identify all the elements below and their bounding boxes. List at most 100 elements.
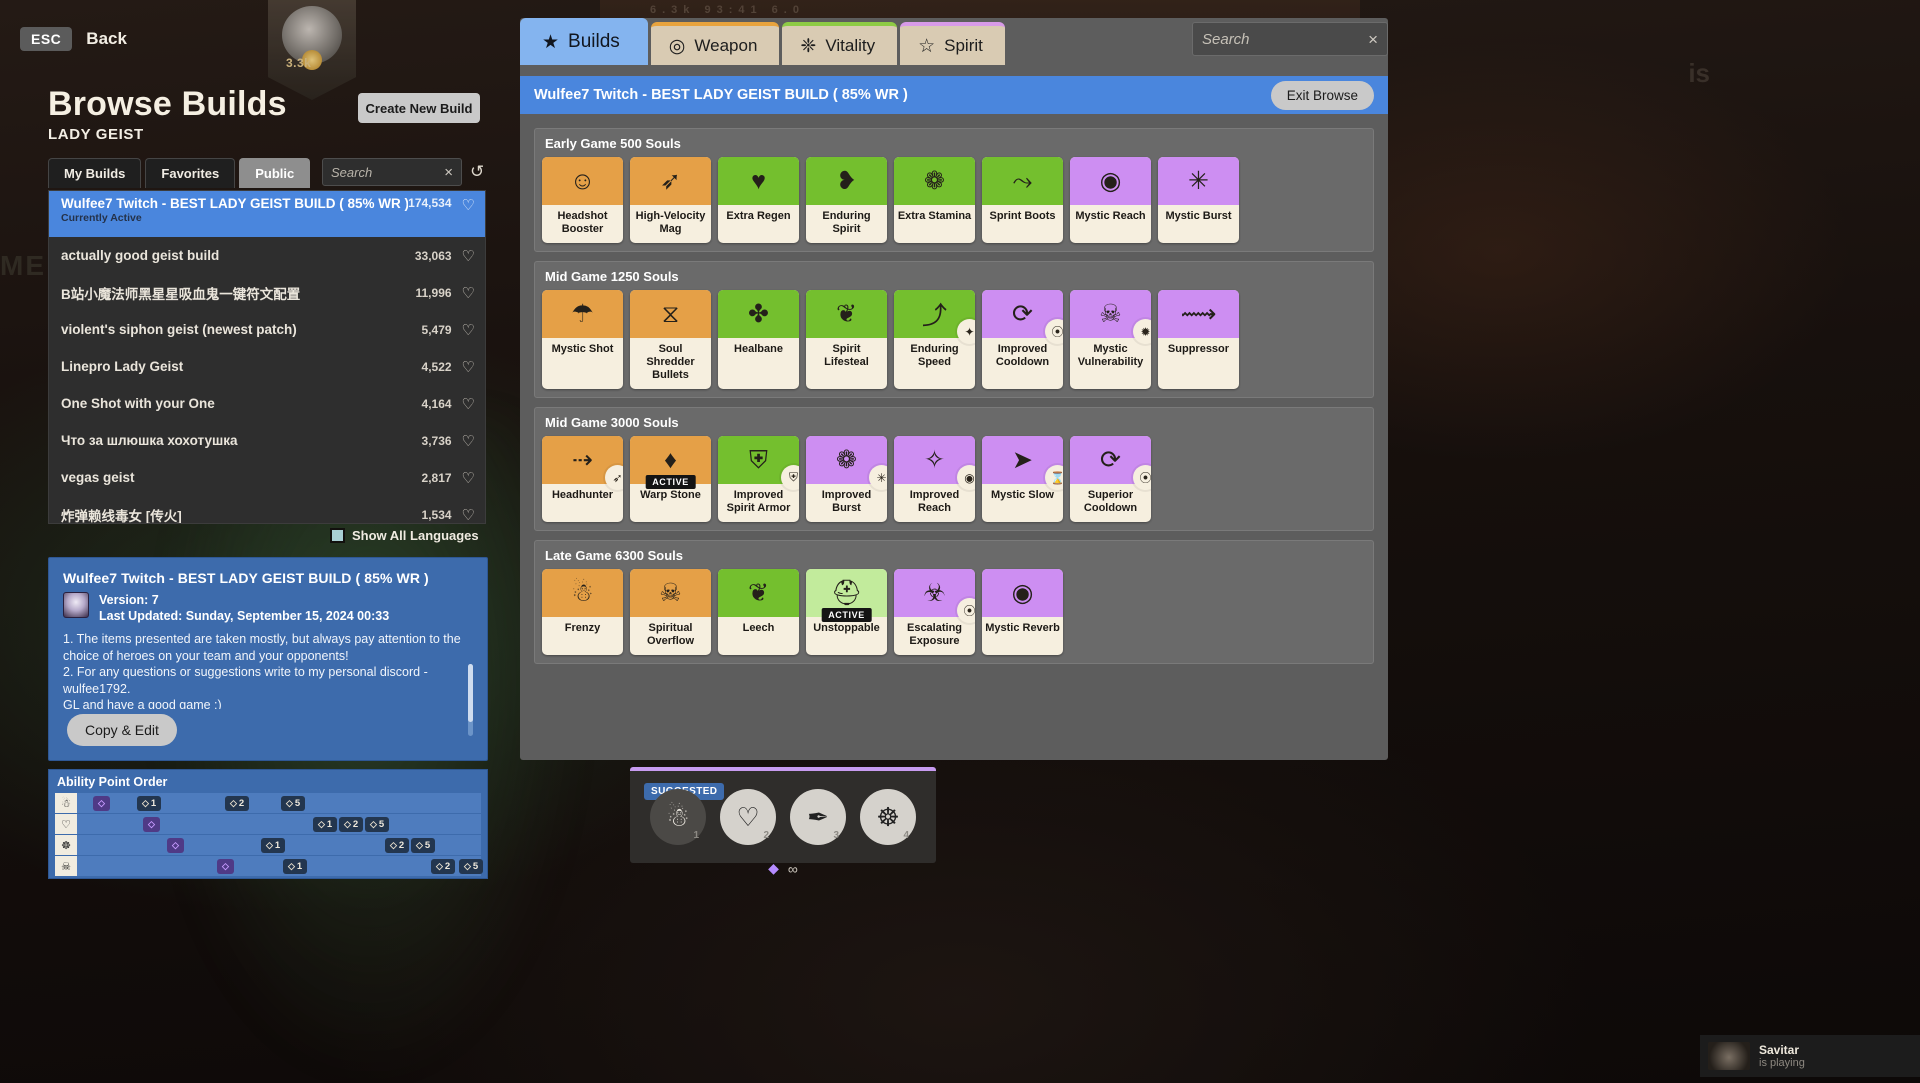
build-list-item[interactable]: vegas geist 2,817 ♡ xyxy=(49,459,485,496)
browse-search[interactable]: × xyxy=(1192,22,1388,56)
heart-icon[interactable]: ♡ xyxy=(462,247,475,265)
copy-and-edit-button[interactable]: Copy & Edit xyxy=(67,714,177,746)
show-all-languages-toggle[interactable]: Show All Languages xyxy=(330,528,479,543)
build-list-item[interactable]: violent's siphon geist (newest patch) 5,4… xyxy=(49,311,485,348)
ability-point-pip[interactable]: ◇ xyxy=(167,837,184,853)
build-list[interactable]: Wulfee7 Twitch - BEST LADY GEIST BUILD (… xyxy=(48,190,486,524)
item-card[interactable]: ♥ Extra Regen xyxy=(718,157,799,243)
item-card[interactable]: ☺ Headshot Booster xyxy=(542,157,623,243)
clear-icon[interactable]: × xyxy=(444,165,453,180)
build-list-item[interactable]: actually good geist build 33,063 ♡ xyxy=(49,237,485,274)
item-card[interactable]: ❦ Spirit Lifesteal xyxy=(806,290,887,389)
description-scrollbar[interactable] xyxy=(468,664,473,736)
item-card[interactable]: ⟿ Suppressor xyxy=(1158,290,1239,389)
item-card[interactable]: ⛨ ⛨ Improved Spirit Armor xyxy=(718,436,799,522)
build-list-item[interactable]: Linepro Lady Geist 4,522 ♡ xyxy=(49,348,485,385)
ability-point-pip[interactable]: ◇ xyxy=(143,816,160,832)
heart-icon[interactable]: ♡ xyxy=(462,432,475,450)
item-card[interactable]: ✧ ◉ Improved Reach xyxy=(894,436,975,522)
ability-point-pip[interactable]: ◇ 5 xyxy=(281,795,306,811)
item-card[interactable]: ⧖ Soul Shredder Bullets xyxy=(630,290,711,389)
diamond-icon: ◆ xyxy=(768,860,779,876)
item-card[interactable]: ◉ Mystic Reach xyxy=(1070,157,1151,243)
ability-point-pip[interactable]: ◇ xyxy=(93,795,110,811)
build-detail-panel: Wulfee7 Twitch - BEST LADY GEIST BUILD (… xyxy=(48,557,488,761)
friend-activity-toast[interactable]: Savitar is playing xyxy=(1700,1035,1920,1077)
item-card[interactable]: ❁ ✳ Improved Burst xyxy=(806,436,887,522)
item-card[interactable]: ❦ Leech xyxy=(718,569,799,655)
checkbox-icon[interactable] xyxy=(330,528,345,543)
build-list-item[interactable]: Что за шлюшка хохотушка 3,736 ♡ xyxy=(49,422,485,459)
heart-icon[interactable]: ♡ xyxy=(462,321,475,339)
item-card[interactable]: ☠ Spiritual Overflow xyxy=(630,569,711,655)
heart-icon[interactable]: ♡ xyxy=(462,506,475,524)
build-name: Wulfee7 Twitch - BEST LADY GEIST BUILD (… xyxy=(61,196,409,211)
build-favorite-count: 1,534 xyxy=(421,507,452,522)
heart-icon[interactable]: ♡ xyxy=(462,358,475,376)
item-card[interactable]: ⤴ ✦ Enduring Speed xyxy=(894,290,975,389)
ability-point-pip[interactable]: ◇ 1 xyxy=(283,858,308,874)
browse-header: Wulfee7 Twitch - BEST LADY GEIST BUILD (… xyxy=(520,76,1388,114)
item-card[interactable]: ⇢ ➶ Headhunter xyxy=(542,436,623,522)
ability-point-pip[interactable]: ◇ 1 xyxy=(137,795,162,811)
item-card[interactable]: ☠ ✹ Mystic Vulnerability xyxy=(1070,290,1151,389)
item-card[interactable]: ✳ Mystic Burst xyxy=(1158,157,1239,243)
build-list-item[interactable]: 炸弹赖线毒女 [传火] 1,534 ♡ xyxy=(49,496,485,524)
ability-slot[interactable]: ✒ 3 xyxy=(790,789,846,845)
heart-icon[interactable]: ♡ xyxy=(462,395,475,413)
build-name: 炸弹赖线毒女 [传火] xyxy=(61,508,182,524)
tab-favorites[interactable]: Favorites xyxy=(145,158,236,188)
item-card[interactable]: ❁ Extra Stamina xyxy=(894,157,975,243)
item-card[interactable]: ♦ ACTIVE Warp Stone xyxy=(630,436,711,522)
item-card[interactable]: ☣ ⦿ Escalating Exposure xyxy=(894,569,975,655)
tab-builds[interactable]: ★ Builds xyxy=(520,18,648,65)
item-art: ⛨ ⛨ xyxy=(718,436,799,490)
ability-point-pip[interactable]: ◇ 2 xyxy=(385,837,410,853)
create-new-build-button[interactable]: Create New Build xyxy=(358,93,480,123)
ability-point-pip[interactable]: ◇ xyxy=(217,858,234,874)
ability-point-pip[interactable]: ◇ 5 xyxy=(411,837,436,853)
item-name: Mystic Burst xyxy=(1165,210,1232,222)
item-card[interactable]: ➶ High-Velocity Mag xyxy=(630,157,711,243)
build-list-item[interactable]: One Shot with your One 4,164 ♡ xyxy=(49,385,485,422)
search-input[interactable] xyxy=(331,164,445,180)
item-card[interactable]: ☃ Frenzy xyxy=(542,569,623,655)
ability-point-pip[interactable]: ◇ 5 xyxy=(365,816,390,832)
tab-public[interactable]: Public xyxy=(239,158,311,188)
item-card[interactable]: ❥ Enduring Spirit xyxy=(806,157,887,243)
ability-point-pip[interactable]: ◇ 1 xyxy=(313,816,338,832)
ability-point-pip[interactable]: ◇ 1 xyxy=(261,837,286,853)
browse-search-input[interactable] xyxy=(1202,30,1369,48)
ability-point-pip[interactable]: ◇ 2 xyxy=(225,795,250,811)
clear-icon[interactable]: × xyxy=(1368,31,1378,48)
ability-point-pip[interactable]: ◇ 5 xyxy=(459,858,484,874)
heart-icon[interactable]: ♡ xyxy=(462,196,475,214)
ability-point-pip[interactable]: ◇ 2 xyxy=(431,858,456,874)
item-card[interactable]: ⟳ ⦿ Superior Cooldown xyxy=(1070,436,1151,522)
item-name: Improved Reach xyxy=(909,489,960,514)
item-card[interactable]: ⛑ ACTIVE Unstoppable xyxy=(806,569,887,655)
tab-vitality[interactable]: ❈ Vitality xyxy=(782,22,898,65)
item-card[interactable]: ⟳ ⦿ Improved Cooldown xyxy=(982,290,1063,389)
item-card[interactable]: ⤳ Sprint Boots xyxy=(982,157,1063,243)
build-list-item[interactable]: Wulfee7 Twitch - BEST LADY GEIST BUILD (… xyxy=(49,191,485,237)
tab-weapon[interactable]: ◎ Weapon xyxy=(650,22,780,65)
heart-icon[interactable]: ♡ xyxy=(462,469,475,487)
heart-icon[interactable]: ♡ xyxy=(462,284,475,302)
ability-slot[interactable]: ☃ 1 xyxy=(650,789,706,845)
refresh-icon[interactable]: ↺ xyxy=(470,162,490,182)
ability-point-pip[interactable]: ◇ 2 xyxy=(339,816,364,832)
ability-slot[interactable]: ♡ 2 xyxy=(720,789,776,845)
item-card[interactable]: ◉ Mystic Reverb xyxy=(982,569,1063,655)
ability-slot[interactable]: ☸ 4 xyxy=(860,789,916,845)
item-name: Headhunter xyxy=(551,489,614,501)
build-favorite-count: 4,164 xyxy=(421,396,452,411)
item-card[interactable]: ➤ ⌛ Mystic Slow xyxy=(982,436,1063,522)
item-card[interactable]: ✤ Healbane xyxy=(718,290,799,389)
sidebar-search[interactable]: × xyxy=(322,158,462,186)
tab-spirit[interactable]: ☆ Spirit xyxy=(900,22,1005,65)
build-list-item[interactable]: B站小魔法师黑星星吸血鬼一键符文配置 11,996 ♡ xyxy=(49,274,485,311)
exit-browse-button[interactable]: Exit Browse xyxy=(1270,80,1374,110)
tab-my-builds[interactable]: My Builds xyxy=(48,158,142,188)
item-card[interactable]: ☂ Mystic Shot xyxy=(542,290,623,389)
